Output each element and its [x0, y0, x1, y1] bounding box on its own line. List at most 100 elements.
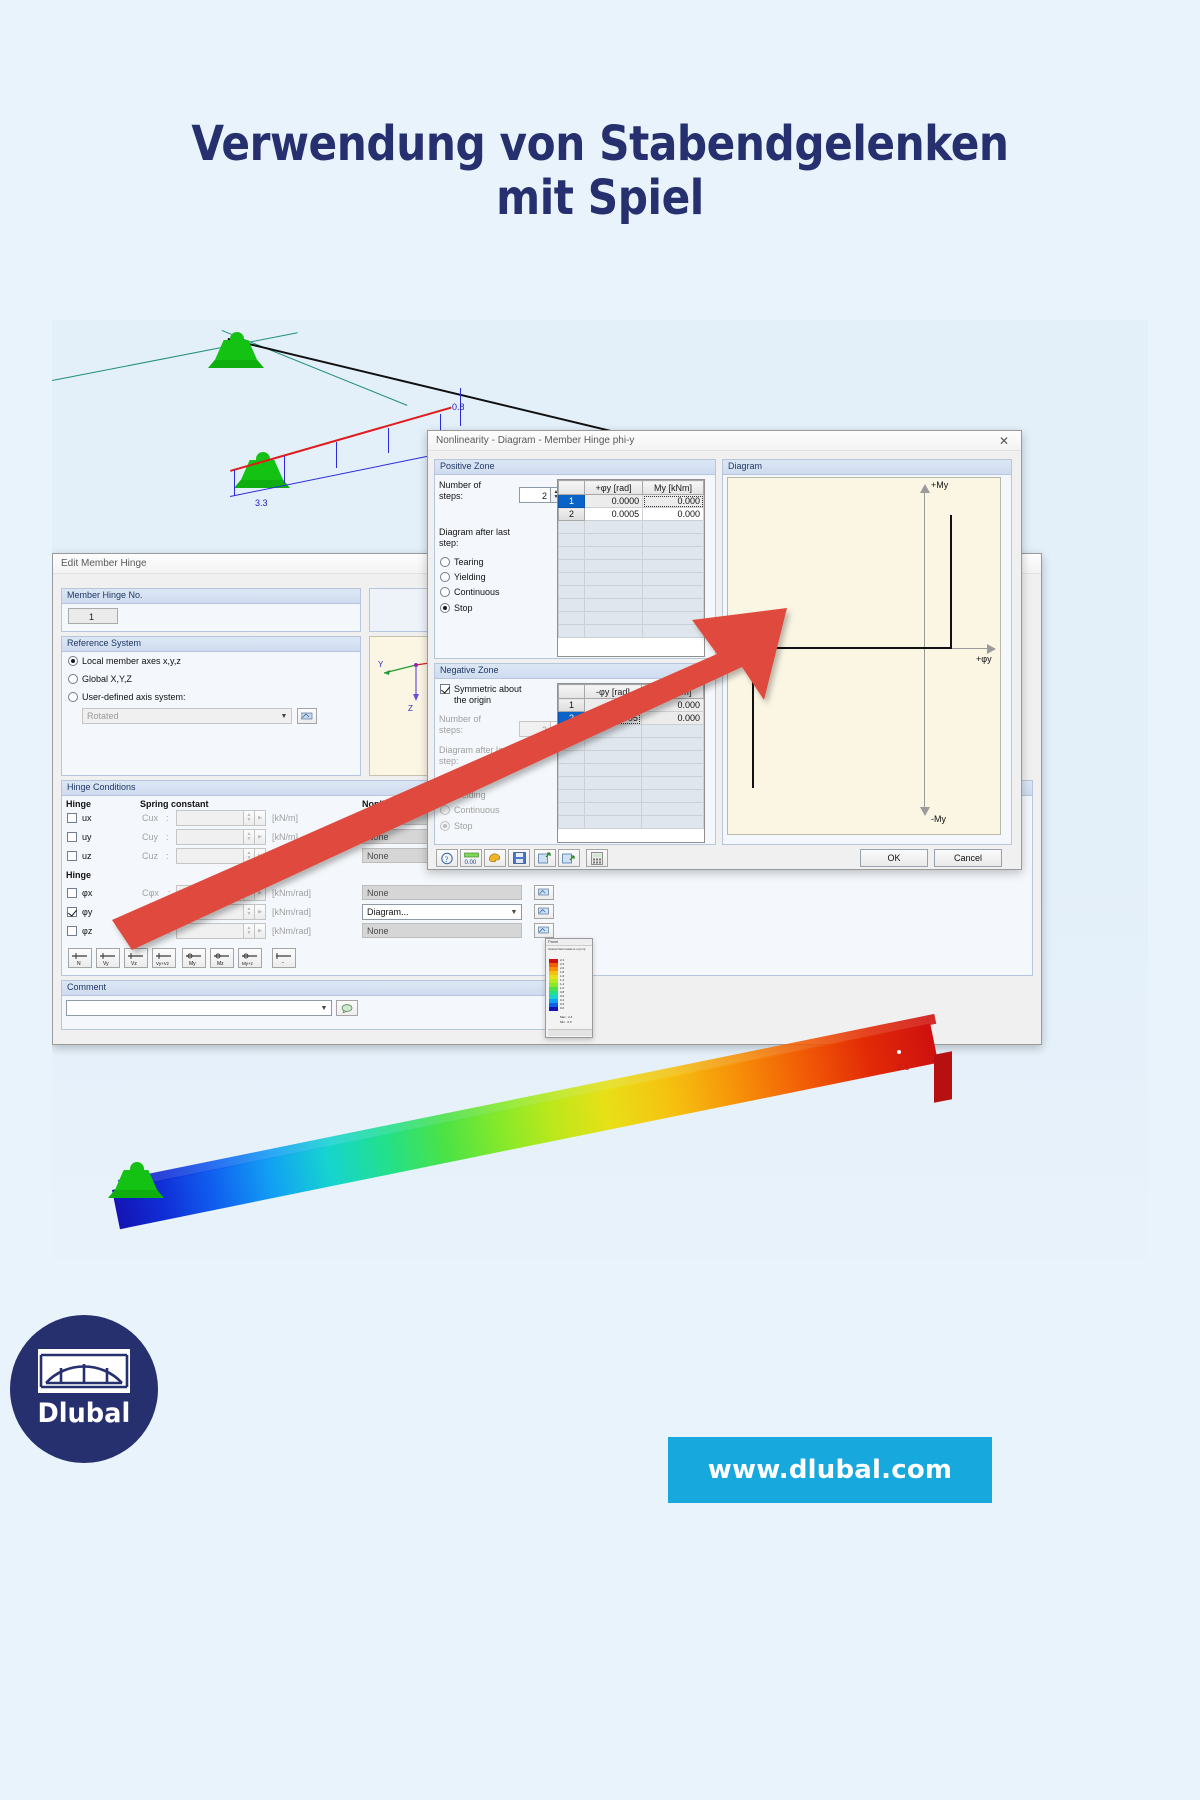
negative-row2-phi[interactable]: -0.0005: [584, 711, 642, 725]
positive-radio-label-tearing: Tearing: [454, 557, 484, 567]
colon-ux: :: [166, 813, 169, 823]
checkbox-phix[interactable]: [67, 888, 77, 898]
negative-row1-m[interactable]: 0.000: [640, 698, 705, 712]
checkbox-uy[interactable]: [67, 832, 77, 842]
spring-input-cphix[interactable]: [176, 885, 244, 901]
table-filler-row: [558, 611, 704, 625]
url-bar[interactable]: www.dlubal.com: [668, 1437, 992, 1503]
radio-local-axes[interactable]: [68, 656, 78, 666]
positive-radio-stop[interactable]: [440, 603, 450, 613]
nonlinearity-title: Nonlinearity - Diagram - Member Hinge ph…: [436, 435, 635, 446]
table-row[interactable]: 1 0.0000 0.000: [558, 494, 704, 508]
stepper-cux[interactable]: ▶: [255, 810, 266, 826]
load-label-33: 3.3: [255, 498, 268, 508]
positive-row2-m[interactable]: 0.000: [642, 507, 704, 521]
nonlinearity-phiy[interactable]: Diagram... ▼: [362, 904, 522, 920]
radio-label-global-axes: Global X,Y,Z: [82, 674, 132, 684]
table-filler-row: [558, 520, 704, 534]
positive-radio-tearing[interactable]: [440, 557, 450, 567]
table-row[interactable]: 2 0.0005 0.000: [558, 507, 704, 521]
spring-input-cphiz[interactable]: [176, 923, 244, 939]
negative-col-no: [558, 684, 585, 699]
spring-symbol-cphix: Cφx: [142, 888, 159, 898]
panel-legend-window[interactable]: Panel Global Deformations u [mm] 2.42.2: [545, 938, 593, 1038]
negative-radio-stop[interactable]: [440, 821, 450, 831]
nonlinearity-phiz[interactable]: None: [362, 923, 522, 938]
numeric-icon[interactable]: 0.00: [460, 849, 482, 867]
spring-symbol-cuz: Cuz: [142, 851, 159, 861]
import-icon[interactable]: [534, 849, 556, 867]
hinge-label-uy: uy: [82, 832, 92, 842]
positive-zone-table[interactable]: +φy [rad] My [kNm] 1 0.0000 0.000 2 0.00…: [557, 479, 705, 657]
negative-radio-yielding[interactable]: [440, 790, 450, 800]
stepper-cphiy[interactable]: ▶: [255, 904, 266, 920]
spring-input-cux[interactable]: [176, 810, 244, 826]
checkbox-phiz[interactable]: [67, 926, 77, 936]
screenshot-canvas: 0.8 3.3 Edit Member Hinge Member Hinge N…: [52, 320, 1148, 1260]
ok-button[interactable]: OK: [860, 849, 928, 867]
nonlinearity-edit-phix-button[interactable]: [534, 885, 554, 900]
checkbox-symmetric-about-origin[interactable]: [440, 684, 450, 694]
negative-steps-input[interactable]: 2: [519, 721, 551, 737]
numeric-glyph: 0.00: [463, 852, 479, 865]
radio-user-defined-axes[interactable]: [68, 692, 78, 702]
stepper-cuz[interactable]: ▶: [255, 848, 266, 864]
svg-text:Y: Y: [378, 660, 384, 669]
positive-row1-m[interactable]: 0.000: [642, 494, 704, 508]
nonlinearity-phix[interactable]: None: [362, 885, 522, 900]
nonlinearity-edit-phiy-button[interactable]: [534, 904, 554, 919]
checkbox-uz[interactable]: [67, 851, 77, 861]
hinge-diagram-plot[interactable]: +My -My -φy +φy: [727, 477, 1001, 835]
positive-row2-phi[interactable]: 0.0005: [583, 507, 644, 521]
spinner-cphix[interactable]: ▲ ▼: [244, 885, 255, 901]
calculator-icon[interactable]: [586, 849, 608, 867]
negative-radio-tearing[interactable]: [440, 775, 450, 785]
load-tick: [234, 470, 235, 496]
axis-system-picker-button[interactable]: [297, 708, 317, 724]
group-header-hinge-no: Member Hinge No.: [62, 589, 360, 604]
spinner-cuz[interactable]: ▲ ▼: [244, 848, 255, 864]
spring-input-cuy[interactable]: [176, 829, 244, 845]
negative-row1-phi[interactable]: 0.0000: [584, 698, 642, 712]
stepper-cphiz[interactable]: ▶: [255, 923, 266, 939]
negative-row2-m[interactable]: 0.000: [640, 711, 705, 725]
close-icon[interactable]: ✕: [995, 434, 1013, 448]
save-icon[interactable]: [508, 849, 530, 867]
positive-radio-yielding[interactable]: [440, 572, 450, 582]
checkbox-phiy[interactable]: [67, 907, 77, 917]
radio-label-local-axes: Local member axes x,y,z: [82, 656, 181, 666]
negative-zone-table[interactable]: -φy [rad] My [kNm] 1 0.0000 0.000 2 -0.0…: [557, 683, 705, 843]
positive-row2-no: 2: [558, 507, 585, 521]
stepper-cphix[interactable]: ▶: [255, 885, 266, 901]
positive-row1-phi[interactable]: 0.0000: [583, 494, 644, 508]
dlubal-logo: Dlubal: [10, 1315, 158, 1463]
spring-input-cphiy[interactable]: [176, 904, 244, 920]
stepper-cuy[interactable]: ▶: [255, 829, 266, 845]
spinner-cux[interactable]: ▲ ▼: [244, 810, 255, 826]
positive-radio-continuous[interactable]: [440, 587, 450, 597]
nonlinearity-phiy-value: Diagram...: [367, 907, 409, 917]
checkbox-ux[interactable]: [67, 813, 77, 823]
spinner-cuy[interactable]: ▲ ▼: [244, 829, 255, 845]
member-hinge-no-input[interactable]: 1: [68, 608, 118, 624]
axis-system-combo[interactable]: Rotated ▼: [82, 708, 292, 724]
group-header-reference-system: Reference System: [62, 637, 360, 652]
table-row[interactable]: 1 0.0000 0.000: [558, 698, 705, 712]
axis-system-combo-value: Rotated: [87, 711, 119, 721]
hinge-label-phix: φx: [82, 888, 93, 898]
export-icon[interactable]: [558, 849, 580, 867]
spring-input-cuz[interactable]: [176, 848, 244, 864]
nonlinearity-diagram-dialog[interactable]: Nonlinearity - Diagram - Member Hinge ph…: [427, 430, 1022, 870]
cancel-button[interactable]: Cancel: [934, 849, 1002, 867]
positive-steps-input[interactable]: 2: [519, 487, 551, 503]
spinner-cphiz[interactable]: ▲ ▼: [244, 923, 255, 939]
diagram-curve-horizontal: [752, 647, 952, 649]
nonlinearity-edit-phiz-button[interactable]: [534, 923, 554, 938]
radio-global-axes[interactable]: [68, 674, 78, 684]
legend-footer-toolbar[interactable]: [548, 1029, 592, 1036]
negative-radio-continuous[interactable]: [440, 805, 450, 815]
spinner-cphiy[interactable]: ▲ ▼: [244, 904, 255, 920]
table-row[interactable]: 2 -0.0005 0.000: [558, 711, 705, 725]
help-icon[interactable]: ?: [436, 849, 458, 867]
color-icon[interactable]: [484, 849, 506, 867]
